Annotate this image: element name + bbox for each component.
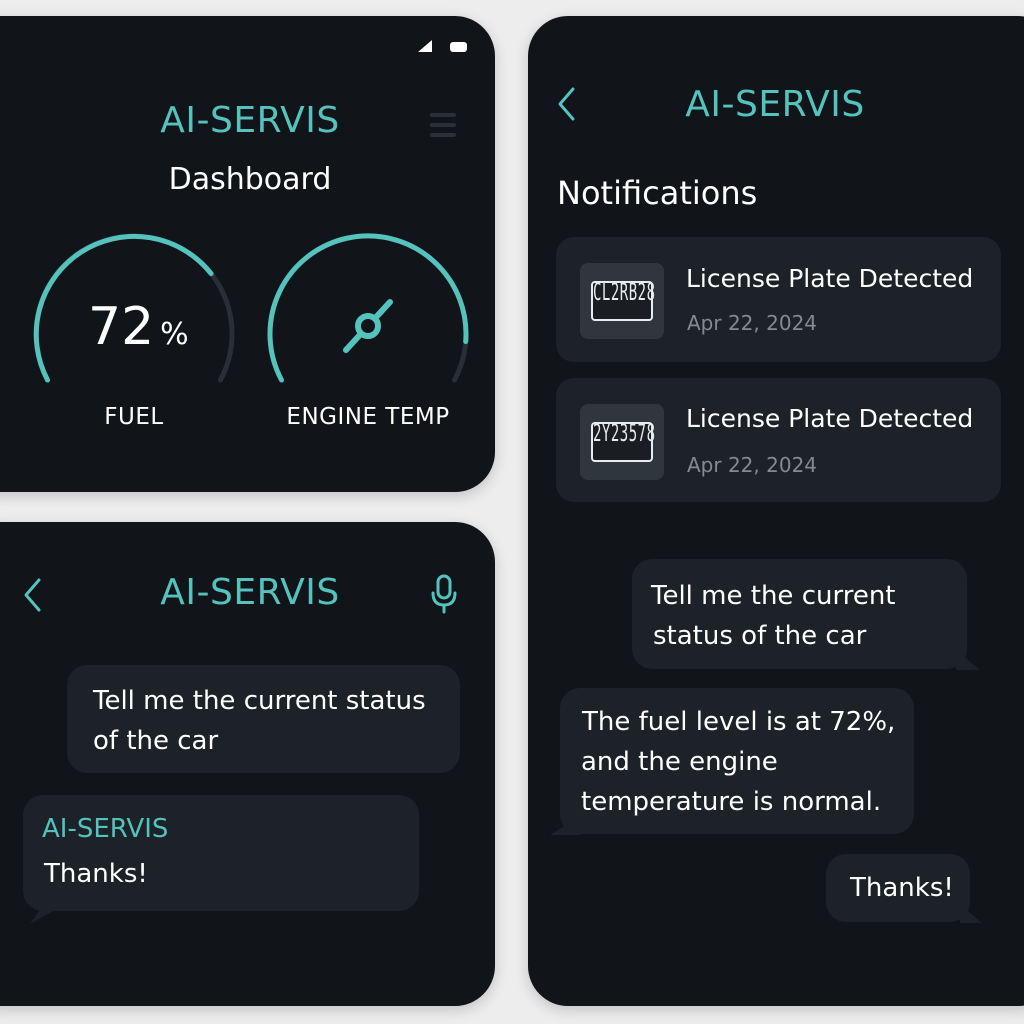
license-plate-icon: CL2RB28	[580, 263, 664, 339]
notification-card[interactable]: 2Y23578 License Plate Detected Apr 22, 2…	[556, 378, 1001, 502]
notification-title: License Plate Detected	[686, 404, 974, 433]
plate-number: 2Y23578	[593, 420, 656, 448]
message-line: status of the car	[653, 621, 867, 651]
message-sender: AI-SERVIS	[42, 814, 169, 844]
engine-temp-label: ENGINE TEMP	[286, 404, 450, 430]
message-line: Thanks!	[44, 859, 148, 889]
license-plate-icon: 2Y23578	[580, 404, 664, 480]
chat-panel: AI-SERVIS Tell me the current status of …	[0, 522, 495, 1006]
message-line: The fuel level is at 72%,	[582, 707, 896, 737]
message-line: Tell me the current status	[93, 686, 426, 716]
dashboard-panel: AI-SERVIS Dashboard 72% FUEL ENGINE TEMP	[0, 16, 495, 492]
engine-temp-gauge-track	[267, 233, 469, 383]
message-line: and the engine	[581, 747, 778, 777]
notification-date: Apr 22, 2024	[687, 311, 818, 335]
fuel-unit: %	[160, 317, 189, 352]
user-message-bubble: Tell me the current status of the car	[632, 559, 967, 669]
notification-title: License Plate Detected	[686, 264, 974, 293]
app-title: AI-SERVIS	[160, 572, 340, 613]
plate-badge: 2Y23578	[591, 420, 656, 462]
fuel-value: 72	[88, 297, 155, 357]
fuel-label: FUEL	[104, 404, 164, 430]
microphone-icon[interactable]	[430, 574, 458, 614]
message-line: Thanks!	[850, 873, 954, 903]
message-line: Tell me the current	[651, 581, 896, 611]
engine-temp-gauge-fill	[267, 233, 469, 383]
engine-temp-needle-icon	[343, 299, 393, 353]
notifications-panel: AI-SERVIS Notifications CL2RB28 License …	[528, 16, 1024, 1006]
plate-badge: CL2RB28	[591, 279, 656, 321]
app-title: AI-SERVIS	[685, 84, 865, 125]
notifications-heading: Notifications	[557, 174, 758, 212]
user-message-bubble: Thanks!	[826, 854, 970, 922]
notification-card[interactable]: CL2RB28 License Plate Detected Apr 22, 2…	[556, 237, 1001, 362]
fuel-readout: 72%	[88, 297, 189, 357]
message-line: temperature is normal.	[581, 787, 882, 817]
notification-date: Apr 22, 2024	[687, 453, 818, 477]
assistant-message-bubble: The fuel level is at 72%, and the engine…	[560, 688, 914, 834]
assistant-message-bubble: AI-SERVIS Thanks!	[23, 795, 419, 911]
user-message-bubble: Tell me the current status of the car	[67, 665, 460, 773]
plate-number: CL2RB28	[593, 279, 656, 307]
message-line: of the car	[93, 726, 219, 756]
